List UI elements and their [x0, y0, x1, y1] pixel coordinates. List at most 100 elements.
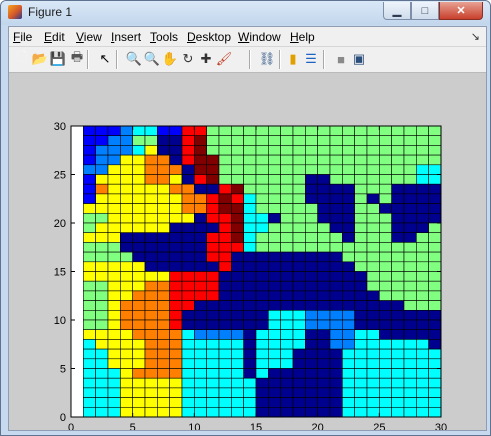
- heatmap-cell: [218, 329, 232, 340]
- show-plot-tools-icon[interactable]: ▣: [351, 51, 367, 67]
- heatmap-cell: [218, 310, 232, 321]
- maximize-button[interactable]: □: [411, 2, 439, 20]
- heatmap-cell: [379, 193, 392, 204]
- heatmap-cell: [157, 329, 170, 340]
- heatmap-cell: [144, 135, 158, 146]
- link-plot-icon[interactable]: ⛓: [259, 51, 276, 67]
- open-file-icon[interactable]: 📂: [32, 51, 48, 67]
- heatmap-chart[interactable]: 0 5 10 15 20 25 30 0 5 10 15 20 25 30: [9, 73, 486, 430]
- heatmap-cell: [169, 397, 183, 408]
- heatmap-cell: [391, 387, 405, 398]
- figure-canvas[interactable]: 0 5 10 15 20 25 30 0 5 10 15 20 25 30: [9, 73, 486, 430]
- heatmap-cell: [132, 368, 146, 379]
- heatmap-cell: [169, 125, 183, 136]
- heatmap-cell: [305, 387, 318, 398]
- heatmap-cell: [379, 145, 392, 156]
- heatmap-cell: [243, 310, 257, 321]
- heatmap-cell: [243, 164, 257, 175]
- new-figure-icon[interactable]: 🗋: [14, 49, 30, 67]
- heatmap-cell: [83, 222, 96, 233]
- heatmap-cell: [366, 193, 380, 204]
- heatmap-cell: [120, 174, 133, 185]
- legend-icon[interactable]: ☰: [303, 51, 319, 67]
- rotate-3d-icon[interactable]: ↻: [180, 51, 196, 67]
- heatmap-cell: [206, 348, 220, 360]
- heatmap-cell: [231, 300, 244, 311]
- heatmap-cell: [329, 406, 343, 418]
- heatmap-cell: [95, 154, 109, 166]
- select-arrow-icon[interactable]: ↖: [97, 51, 113, 67]
- heatmap-cell: [268, 174, 281, 185]
- heatmap-cell: [218, 125, 232, 136]
- zoom-in-icon[interactable]: 🔍: [126, 51, 142, 67]
- heatmap-cell: [157, 339, 170, 350]
- heatmap-cell: [83, 193, 96, 204]
- heatmap-cell: [255, 397, 269, 408]
- menu-tools[interactable]: Tools: [150, 30, 178, 44]
- heatmap-cell: [354, 251, 368, 263]
- data-cursor-icon[interactable]: ✚: [198, 51, 214, 67]
- heatmap-cell: [280, 145, 294, 156]
- heatmap-cell: [280, 329, 294, 340]
- dock-arrow-icon[interactable]: ↘: [471, 30, 480, 43]
- pan-hand-icon[interactable]: ✋: [162, 51, 178, 67]
- heatmap-cell: [157, 290, 170, 301]
- heatmap-cell: [329, 300, 343, 311]
- heatmap-cell: [317, 222, 331, 233]
- menu-bar: File Edit View Insert Tools Desktop Wind…: [9, 27, 486, 47]
- heatmap-cell: [132, 232, 146, 243]
- heatmap-cell: [95, 135, 109, 146]
- save-icon[interactable]: 💾: [50, 51, 66, 67]
- minimize-button[interactable]: ▁: [383, 2, 411, 20]
- zoom-out-icon[interactable]: 🔍: [144, 51, 160, 67]
- heatmap-cell: [342, 358, 355, 369]
- heatmap-cell: [317, 339, 331, 350]
- brush-icon[interactable]: 🖌: [216, 51, 233, 67]
- heatmap-cell: [243, 329, 257, 340]
- heatmap-cell: [181, 310, 195, 321]
- menu-desktop[interactable]: Desktop: [187, 30, 231, 44]
- heatmap-cell: [329, 271, 343, 282]
- menu-help[interactable]: Help: [290, 30, 315, 44]
- heatmap-cell: [268, 280, 281, 292]
- heatmap-cell: [292, 406, 306, 418]
- heatmap-cell: [379, 319, 392, 330]
- menu-view[interactable]: View: [76, 30, 102, 44]
- heatmap-cell: [95, 319, 109, 330]
- heatmap-cell: [391, 406, 405, 418]
- heatmap-cell: [107, 280, 121, 292]
- menu-edit[interactable]: Edit: [44, 30, 65, 44]
- heatmap-cell: [366, 329, 380, 340]
- heatmap-cell: [305, 377, 318, 389]
- close-button[interactable]: ✕: [439, 2, 483, 20]
- heatmap-cell: [428, 213, 442, 224]
- heatmap-cell: [366, 280, 380, 292]
- heatmap-cell: [416, 174, 429, 185]
- menu-window[interactable]: Window: [238, 30, 281, 44]
- colorbar-icon[interactable]: ▮: [285, 51, 301, 67]
- title-bar[interactable]: Figure 1 ▁ □ ✕: [1, 1, 490, 25]
- heatmap-cell: [218, 280, 232, 292]
- heatmap-cell: [243, 290, 257, 301]
- heatmap-cell: [403, 203, 417, 214]
- heatmap-cell: [255, 135, 269, 146]
- menu-file[interactable]: File: [13, 30, 32, 44]
- heatmap-cell: [132, 280, 146, 292]
- menu-insert[interactable]: Insert: [111, 30, 141, 44]
- heatmap-cell: [329, 387, 343, 398]
- heatmap-cell: [403, 348, 417, 360]
- heatmap-cell: [120, 300, 133, 311]
- heatmap-cell: [206, 280, 220, 292]
- hide-plot-tools-icon[interactable]: ■: [333, 51, 349, 67]
- heatmap-cell: [144, 242, 158, 253]
- heatmap-cell: [305, 174, 318, 185]
- heatmap-cell: [305, 397, 318, 408]
- heatmap-cell: [403, 310, 417, 321]
- heatmap-cell: [391, 145, 405, 156]
- heatmap-cell: [354, 290, 368, 301]
- heatmap-cell: [194, 154, 207, 166]
- print-icon[interactable]: 🖶: [69, 49, 85, 67]
- heatmap-cell: [169, 154, 183, 166]
- heatmap-cell: [169, 164, 183, 175]
- heatmap-cell: [268, 135, 281, 146]
